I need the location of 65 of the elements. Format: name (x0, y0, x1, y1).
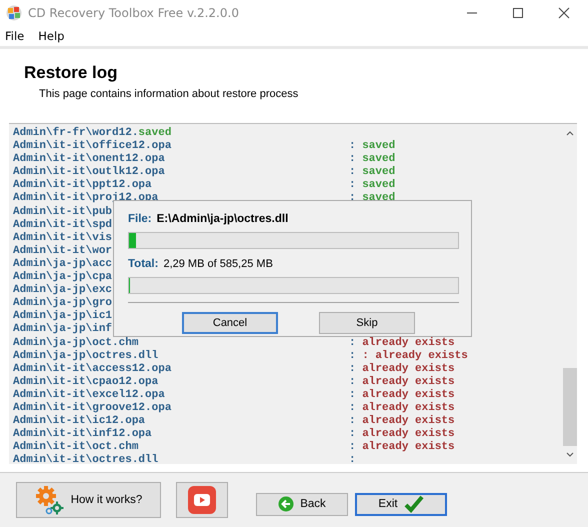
file-path: E:\Admin\ja-jp\octres.dll (156, 213, 288, 225)
log-path: Admin\ja-jp\octres.dll (13, 350, 158, 362)
menu-item[interactable]: File (5, 29, 24, 43)
log-path: Admin\it-it\octres.dll (13, 454, 158, 464)
log-path: Admin\ja-jp\ic1 (13, 310, 112, 322)
log-path: Admin\it-it\pub (13, 206, 112, 218)
log-status: : saved (349, 166, 396, 179)
log-status: : already exists (349, 376, 455, 389)
log-status: : saved (349, 179, 396, 192)
log-status: : already exists (349, 388, 455, 402)
log-path: Admin\it-it\outlk12.opa (13, 166, 165, 178)
log-path: Admin\it-it\ppt12.opa (13, 179, 152, 192)
log-path: Admin\it-it\cpao12.opa (13, 376, 158, 388)
log-path: Admin\it-it\groove12.opa (13, 402, 172, 414)
scroll-down-icon[interactable] (566, 452, 574, 458)
video-button[interactable] (176, 482, 228, 518)
skip-button[interactable]: Skip (319, 312, 415, 334)
log-status: : already exists (349, 402, 455, 415)
log-path: Admin\ja-jp\inf (13, 323, 112, 336)
how-it-works-button[interactable]: How it works? (16, 482, 161, 518)
page-title: Restore log (24, 63, 119, 83)
log-status: : : already exists (349, 350, 468, 363)
back-button[interactable]: Back (256, 492, 348, 516)
log-status: : already exists (349, 441, 455, 454)
log-path: Admin\it-it\onent12.opa (13, 153, 165, 166)
log-path: Admin\it-it\vis (13, 232, 112, 244)
log-status: : saved (349, 153, 396, 166)
file-label: File: (128, 213, 152, 225)
page-subtitle: This page contains information about restore process (38, 88, 300, 100)
play-icon (187, 485, 217, 515)
log-status: : saved (349, 192, 396, 206)
log-path: Admin\it-it\wor (13, 244, 112, 257)
log-path: Admin\it-it\proj12.opa (13, 192, 158, 204)
log-status: : already exists (349, 428, 455, 441)
log-path: Admin\ja-jp\oct.chm (13, 336, 138, 348)
exit-button[interactable]: Exit (355, 492, 447, 516)
log-status: : saved (349, 140, 396, 153)
log-path: Admin\ja-jp\acc (13, 258, 112, 270)
log-path: Admin\it-it\ic12.opa (13, 415, 146, 428)
app-icon (6, 5, 22, 21)
close-icon[interactable] (558, 7, 570, 19)
log-path: Admin\it-it\excel12.opa (13, 388, 165, 401)
total-size: 2,29 MB of 585,25 MB (163, 258, 273, 270)
log-path: Admin\ja-jp\cpa (13, 271, 112, 284)
cancel-button[interactable]: Cancel (182, 312, 278, 334)
log-path: Admin\it-it\office12.opa (13, 140, 172, 152)
log-entry: Admin\fr-fr\word12.saved (13, 127, 172, 140)
window-title: CD Recovery Toolbox Free v.2.2.0.0 (28, 6, 239, 20)
menu-item[interactable]: Help (38, 29, 64, 43)
log-path: Admin\it-it\spd (13, 218, 112, 231)
log-path: Admin\it-it\inf12.opa (13, 428, 152, 440)
log-path: Admin\ja-jp\exc (13, 284, 112, 296)
log-path: Admin\it-it\access12.opa (13, 362, 172, 375)
scroll-up-icon[interactable] (566, 130, 574, 136)
log-path: Admin\ja-jp\gro (13, 297, 112, 310)
maximize-icon[interactable] (512, 7, 524, 19)
log-status: : already exists (349, 362, 455, 376)
scroll-thumb[interactable] (563, 368, 577, 446)
log-path: Admin\it-it\oct.chm (13, 441, 138, 454)
log-status: : already exists (349, 415, 455, 428)
log-status: : already exists (349, 336, 455, 350)
log-separator: : (349, 454, 356, 464)
total-label: Total: (128, 258, 158, 270)
checkmark-icon (404, 495, 424, 513)
gears-icon (34, 485, 65, 515)
